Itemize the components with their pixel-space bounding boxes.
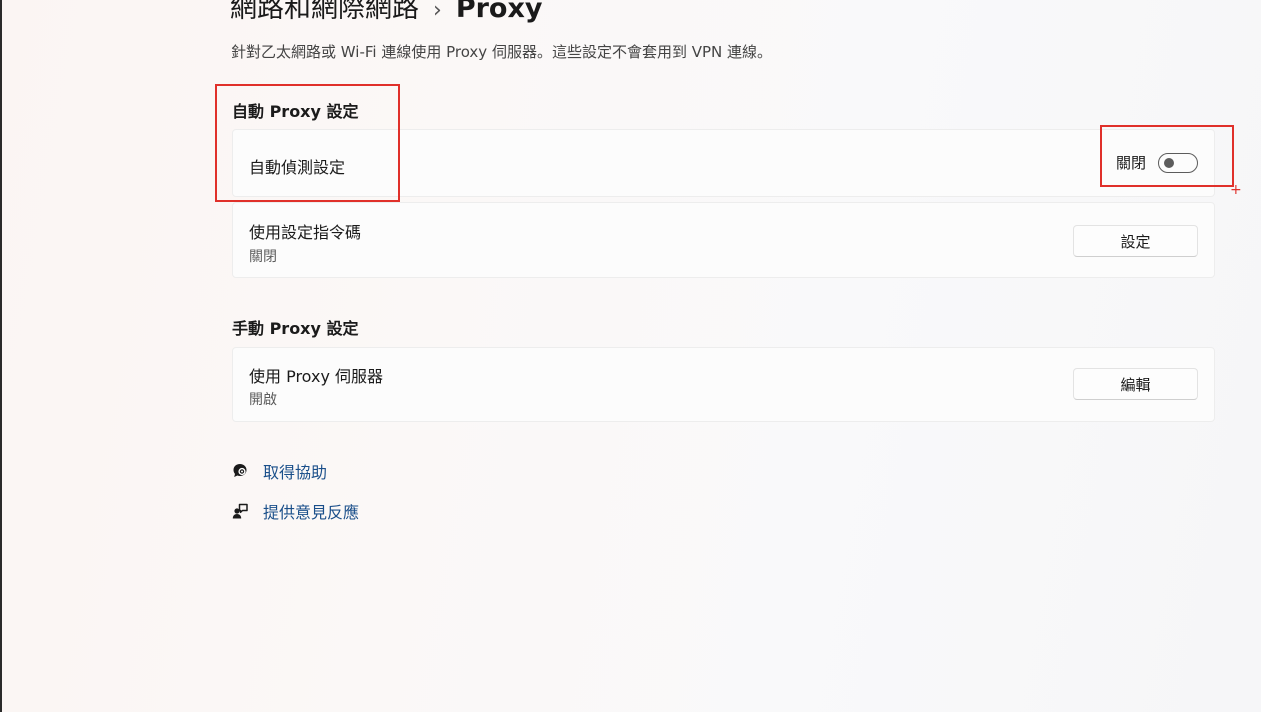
- help-chat-icon: [231, 462, 249, 480]
- setup-script-button[interactable]: 設定: [1073, 225, 1198, 257]
- use-proxy-server-status: 開啟: [249, 392, 277, 408]
- breadcrumb-current: Proxy: [455, 0, 543, 24]
- give-feedback-label[interactable]: 提供意見反應: [263, 499, 359, 523]
- get-help-label[interactable]: 取得協助: [263, 459, 327, 483]
- give-feedback-link[interactable]: 提供意見反應: [231, 499, 359, 523]
- edit-proxy-button[interactable]: 編輯: [1073, 368, 1198, 400]
- get-help-link[interactable]: 取得協助: [231, 459, 327, 483]
- auto-detect-toggle-group[interactable]: 關閉: [1116, 152, 1198, 173]
- setup-script-status: 關閉: [249, 249, 277, 265]
- page-title: 網路和網際網路 › Proxy: [230, 0, 542, 25]
- breadcrumb-separator: ›: [433, 0, 442, 23]
- setup-script-label: 使用設定指令碼: [249, 223, 362, 242]
- use-proxy-server-label: 使用 Proxy 伺服器: [249, 367, 384, 386]
- setup-script-card: 使用設定指令碼 關閉 設定: [232, 202, 1215, 278]
- feedback-icon: [231, 502, 249, 520]
- use-proxy-server-card: 使用 Proxy 伺服器 開啟 編輯: [232, 347, 1215, 422]
- manual-proxy-section-title: 手動 Proxy 設定: [232, 319, 359, 338]
- auto-detect-label: 自動偵測設定: [249, 158, 346, 177]
- toggle-knob: [1164, 157, 1174, 168]
- auto-detect-toggle[interactable]: [1158, 152, 1198, 173]
- page-description: 針對乙太網路或 Wi-Fi 連線使用 Proxy 伺服器。這些設定不會套用到 V…: [231, 43, 773, 61]
- auto-detect-state-text: 關閉: [1115, 154, 1146, 172]
- auto-detect-settings-card: 自動偵測設定 關閉: [232, 129, 1215, 197]
- auto-proxy-section-title: 自動 Proxy 設定: [232, 102, 359, 121]
- breadcrumb-parent[interactable]: 網路和網際網路: [230, 0, 419, 24]
- annotation-cursor-mark: +: [1230, 182, 1242, 198]
